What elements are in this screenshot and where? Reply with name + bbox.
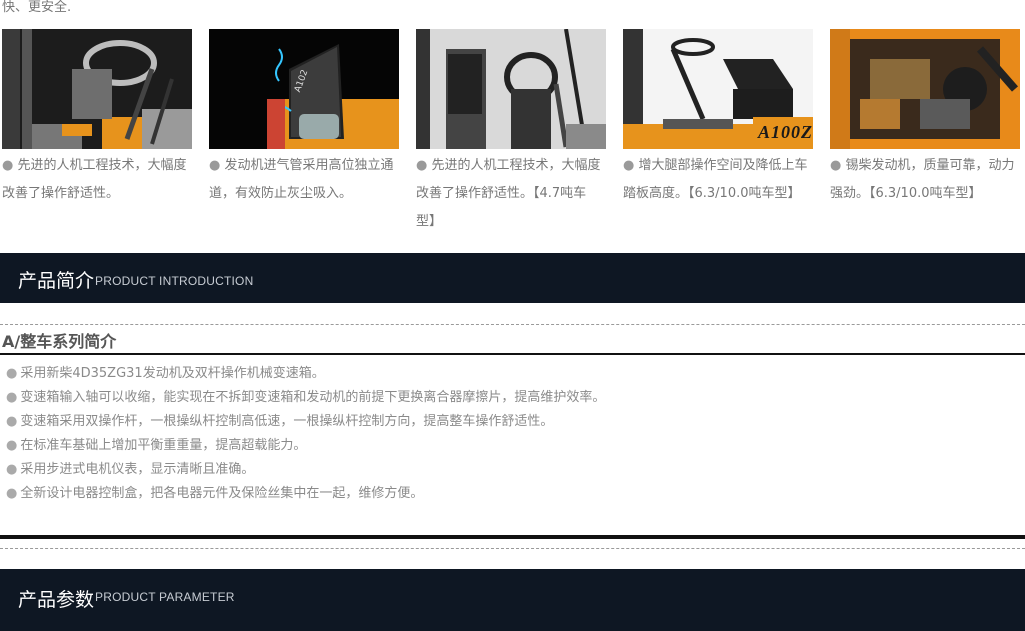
section-title-en: PRODUCT PARAMETER <box>95 590 235 604</box>
engine-air-intake-photo[interactable]: A102 <box>209 29 399 149</box>
divider-solid <box>0 353 1025 355</box>
gallery-card[interactable]: A102 ● 发动机进气管采用高位独立通道，有效防止灰尘吸入。 <box>209 29 399 208</box>
bullet: ● <box>830 158 842 173</box>
list-item: ● 变速箱输入轴可以收缩，能实现在不拆卸变速箱和发动机的前提下更换离合器摩擦片，提… <box>6 386 605 410</box>
feature-text: 变速箱输入轴可以收缩，能实现在不拆卸变速箱和发动机的前提下更换离合器摩擦片，提高… <box>20 390 606 405</box>
gallery-caption: 发动机进气管采用高位独立通道，有效防止灰尘吸入。 <box>209 158 394 201</box>
gallery-caption: 先进的人机工程技术，大幅度改善了操作舒适性。 <box>2 158 187 201</box>
gallery-card[interactable]: A100Z ● 增大腿部操作空间及降低上车踏板高度。【6.3/10.0吨车型】 <box>623 29 813 208</box>
bullet: ● <box>6 390 18 405</box>
feature-text: 采用步进式电机仪表，显示清晰且准确。 <box>20 462 255 477</box>
section-title-zh: 产品参数 <box>18 589 95 611</box>
feature-text: 在标准车基础上增加平衡重重量，提高超载能力。 <box>20 438 307 453</box>
feature-text: 变速箱采用双操作杆，一根操纵杆控制高低速，一根操纵杆控制方向，提高整车操作舒适性… <box>20 414 554 429</box>
feature-text: 采用新柴4D35ZG31发动机及双杆操作机械变速箱。 <box>20 366 325 381</box>
bullet: ● <box>6 414 18 429</box>
list-item: ● 采用新柴4D35ZG31发动机及双杆操作机械变速箱。 <box>6 362 605 386</box>
gallery-caption: 增大腿部操作空间及降低上车踏板高度。【6.3/10.0吨车型】 <box>623 158 808 201</box>
gallery-card[interactable]: ● 先进的人机工程技术，大幅度改善了操作舒适性。 <box>2 29 192 208</box>
series-heading: A/整车系列简介 <box>2 332 117 351</box>
bullet: ● <box>6 366 18 381</box>
bullet: ● <box>6 438 18 453</box>
gallery-caption: 先进的人机工程技术，大幅度改善了操作舒适性。【4.7吨车型】 <box>416 158 601 229</box>
top-cut-text: 快、更安全. <box>2 0 72 15</box>
bullet: ● <box>6 462 18 477</box>
seat-step-photo[interactable]: A100Z <box>623 29 813 149</box>
steering-controls-photo[interactable] <box>416 29 606 149</box>
divider-dashed <box>0 548 1025 549</box>
product-parameter-banner: 产品参数 PRODUCT PARAMETER <box>0 569 1025 631</box>
list-item: ● 变速箱采用双操作杆，一根操纵杆控制高低速，一根操纵杆控制方向，提高整车操作舒适… <box>6 410 605 434</box>
engine-bay-photo[interactable] <box>830 29 1020 149</box>
divider-thick <box>0 535 1025 539</box>
operator-cab-photo[interactable] <box>2 29 192 149</box>
feature-list: ● 采用新柴4D35ZG31发动机及双杆操作机械变速箱。 ● 变速箱输入轴可以收缩，… <box>6 362 605 506</box>
bullet: ● <box>2 158 14 173</box>
divider-dashed <box>0 324 1025 325</box>
bullet: ● <box>209 158 221 173</box>
list-item: ● 采用步进式电机仪表，显示清晰且准确。 <box>6 458 605 482</box>
bullet: ● <box>6 486 18 501</box>
bullet: ● <box>623 158 635 173</box>
model-badge: A100Z <box>757 122 813 142</box>
feature-text: 全新设计电器控制盒，把各电器元件及保险丝集中在一起，维修方便。 <box>20 486 424 501</box>
section-title-zh: 产品简介 <box>18 270 95 292</box>
section-title-en: PRODUCT INTRODUCTION <box>95 274 254 288</box>
gallery-card[interactable]: ● 先进的人机工程技术，大幅度改善了操作舒适性。【4.7吨车型】 <box>416 29 606 236</box>
list-item: ● 在标准车基础上增加平衡重重量，提高超载能力。 <box>6 434 605 458</box>
list-item: ● 全新设计电器控制盒，把各电器元件及保险丝集中在一起，维修方便。 <box>6 482 605 506</box>
product-introduction-banner: 产品简介 PRODUCT INTRODUCTION <box>0 253 1025 303</box>
gallery-card[interactable]: ● 锡柴发动机，质量可靠，动力强劲。【6.3/10.0吨车型】 <box>830 29 1020 208</box>
gallery-caption: 锡柴发动机，质量可靠，动力强劲。【6.3/10.0吨车型】 <box>830 158 1015 201</box>
bullet: ● <box>416 158 428 173</box>
